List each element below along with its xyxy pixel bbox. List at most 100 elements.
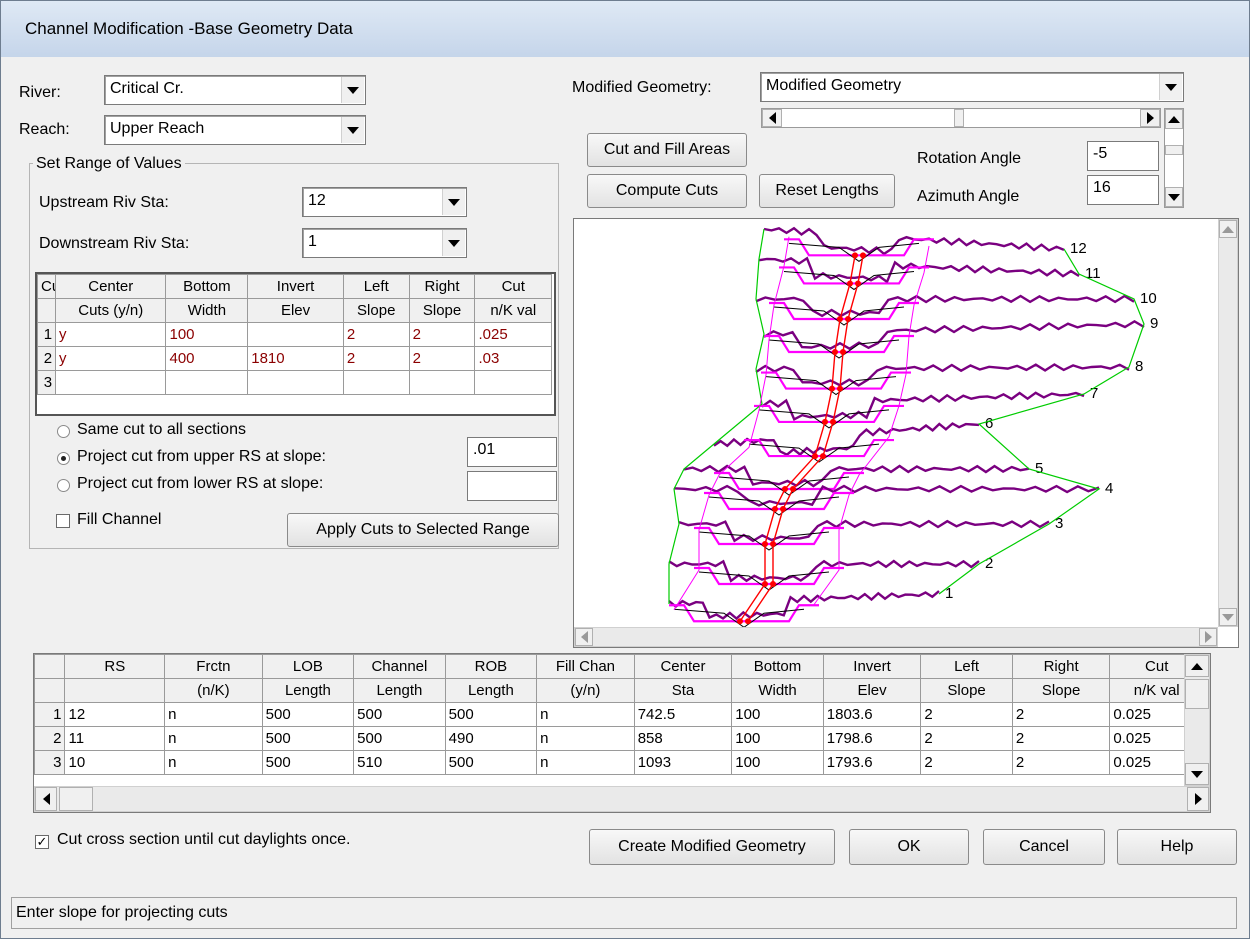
project-upper-radio[interactable] xyxy=(57,452,70,465)
scroll-right-icon[interactable] xyxy=(1140,109,1160,127)
table-cell[interactable]: n xyxy=(536,750,635,775)
scroll-right-icon[interactable] xyxy=(1199,628,1217,646)
table-cell[interactable]: n xyxy=(536,726,635,751)
table-cell[interactable]: 2 xyxy=(920,750,1013,775)
ok-button[interactable]: OK xyxy=(849,829,969,865)
cut-fill-areas-button[interactable]: Cut and Fill Areas xyxy=(587,133,747,167)
table-cell[interactable]: 1093 xyxy=(633,750,733,775)
table-cell[interactable]: 2 xyxy=(408,322,476,347)
scroll-up-icon[interactable] xyxy=(1165,109,1183,129)
main-table[interactable]: RS Frctn LOB Channel ROB Fill Chan Cente… xyxy=(34,654,1204,775)
main-table-vertical-scrollbar[interactable] xyxy=(1184,654,1210,786)
scroll-thumb[interactable] xyxy=(954,109,964,127)
table-cell[interactable]: 858 xyxy=(633,726,733,751)
table-cell[interactable] xyxy=(342,370,410,395)
table-cell[interactable]: 490 xyxy=(444,726,538,751)
table-cell[interactable]: 12 xyxy=(64,702,166,727)
plot-horizontal-scrollbar[interactable] xyxy=(574,627,1218,647)
table-cell[interactable]: 1803.6 xyxy=(822,702,922,727)
view-horizontal-scrollbar[interactable] xyxy=(761,108,1161,128)
table-row[interactable]: 3 10 n 500 510 500 n 1093 100 1793.6 2 2… xyxy=(34,750,1204,775)
table-cell[interactable]: 2 xyxy=(920,702,1013,727)
table-cell[interactable]: y xyxy=(55,346,167,371)
main-table-horizontal-scrollbar[interactable] xyxy=(34,786,1210,812)
chevron-down-icon[interactable] xyxy=(442,189,465,215)
table-cell[interactable]: 2 xyxy=(1011,726,1111,751)
table-cell[interactable]: 2 xyxy=(1011,702,1111,727)
table-row[interactable]: 2 y 400 1810 2 2 .03 xyxy=(37,346,552,371)
table-cell[interactable]: n xyxy=(164,750,263,775)
table-cell[interactable]: .03 xyxy=(474,346,552,371)
table-cell[interactable] xyxy=(55,370,167,395)
table-cell[interactable]: n xyxy=(164,702,263,727)
chevron-down-icon[interactable] xyxy=(341,117,364,143)
table-row[interactable]: 3 xyxy=(37,370,552,395)
cut-table[interactable]: Cut Center Bottom Invert Left Right Cut … xyxy=(37,274,552,395)
chevron-down-icon[interactable] xyxy=(341,77,364,103)
scroll-left-icon[interactable] xyxy=(762,109,782,127)
scroll-thumb[interactable] xyxy=(59,787,93,811)
table-cell[interactable]: 2 xyxy=(342,322,410,347)
table-row[interactable]: 1 y 100 2 2 .025 xyxy=(37,322,552,347)
table-cell[interactable]: 11 xyxy=(64,726,166,751)
table-cell[interactable]: 2 xyxy=(1011,750,1111,775)
scroll-left-icon[interactable] xyxy=(575,628,593,646)
table-cell[interactable] xyxy=(247,370,344,395)
scroll-up-icon[interactable] xyxy=(1185,655,1209,677)
project-lower-slope-input[interactable] xyxy=(467,471,557,501)
scroll-down-icon[interactable] xyxy=(1219,608,1237,626)
upstream-combo[interactable]: 12 xyxy=(302,187,467,217)
table-cell[interactable] xyxy=(474,370,552,395)
table-cell[interactable]: 1793.6 xyxy=(822,750,922,775)
table-cell[interactable]: 10 xyxy=(64,750,166,775)
table-cell[interactable]: 2 xyxy=(920,726,1013,751)
chevron-down-icon[interactable] xyxy=(1159,74,1182,100)
scroll-thumb[interactable] xyxy=(1185,679,1209,709)
river-combo[interactable]: Critical Cr. xyxy=(104,75,366,105)
apply-cuts-button[interactable]: Apply Cuts to Selected Range xyxy=(287,513,559,547)
geometry-plot[interactable]: 12 11 10 9 8 7 6 5 4 3 2 1 xyxy=(573,218,1239,648)
project-lower-radio[interactable] xyxy=(57,479,70,492)
scroll-thumb[interactable] xyxy=(1165,145,1183,155)
table-cell[interactable]: 742.5 xyxy=(633,702,733,727)
table-row[interactable]: 1 12 n 500 500 500 n 742.5 100 1803.6 2 … xyxy=(34,702,1204,727)
scroll-down-icon[interactable] xyxy=(1165,187,1183,207)
table-cell[interactable]: 500 xyxy=(261,726,355,751)
project-upper-slope-input[interactable]: .01 xyxy=(467,437,557,467)
table-cell[interactable]: 500 xyxy=(353,702,446,727)
compute-cuts-button[interactable]: Compute Cuts xyxy=(587,174,747,208)
table-cell[interactable] xyxy=(408,370,476,395)
table-cell[interactable]: n xyxy=(536,702,635,727)
reach-combo[interactable]: Upper Reach xyxy=(104,115,366,145)
table-cell[interactable]: 500 xyxy=(353,726,446,751)
scroll-down-icon[interactable] xyxy=(1185,763,1209,785)
angle-vertical-scrollbar[interactable] xyxy=(1164,108,1184,208)
table-cell[interactable]: .025 xyxy=(474,322,552,347)
table-cell[interactable]: 2 xyxy=(342,346,410,371)
table-cell[interactable]: 100 xyxy=(731,726,824,751)
modified-geometry-combo[interactable]: Modified Geometry xyxy=(760,72,1184,102)
table-cell[interactable]: 1798.6 xyxy=(822,726,922,751)
table-cell[interactable]: y xyxy=(55,322,167,347)
fill-channel-checkbox[interactable] xyxy=(56,514,70,528)
table-cell[interactable]: 2 xyxy=(408,346,476,371)
table-cell[interactable]: n xyxy=(164,726,263,751)
table-cell[interactable]: 1810 xyxy=(247,346,344,371)
daylight-checkbox[interactable]: ✓ xyxy=(35,835,49,849)
rotation-angle-input[interactable]: -5 xyxy=(1087,141,1159,171)
table-cell[interactable]: 510 xyxy=(353,750,446,775)
table-row[interactable]: 2 11 n 500 500 490 n 858 100 1798.6 2 2 … xyxy=(34,726,1204,751)
table-cell[interactable]: 100 xyxy=(165,322,249,347)
table-cell[interactable]: 500 xyxy=(444,750,538,775)
downstream-combo[interactable]: 1 xyxy=(302,228,467,258)
azimuth-angle-input[interactable]: 16 xyxy=(1087,175,1159,205)
scroll-up-icon[interactable] xyxy=(1219,220,1237,238)
scroll-left-icon[interactable] xyxy=(35,787,57,811)
plot-vertical-scrollbar[interactable] xyxy=(1218,219,1238,627)
table-cell[interactable] xyxy=(247,322,344,347)
help-button[interactable]: Help xyxy=(1117,829,1237,865)
table-cell[interactable]: 500 xyxy=(261,702,355,727)
table-cell[interactable]: 100 xyxy=(731,702,824,727)
table-cell[interactable]: 400 xyxy=(165,346,249,371)
table-cell[interactable] xyxy=(165,370,249,395)
